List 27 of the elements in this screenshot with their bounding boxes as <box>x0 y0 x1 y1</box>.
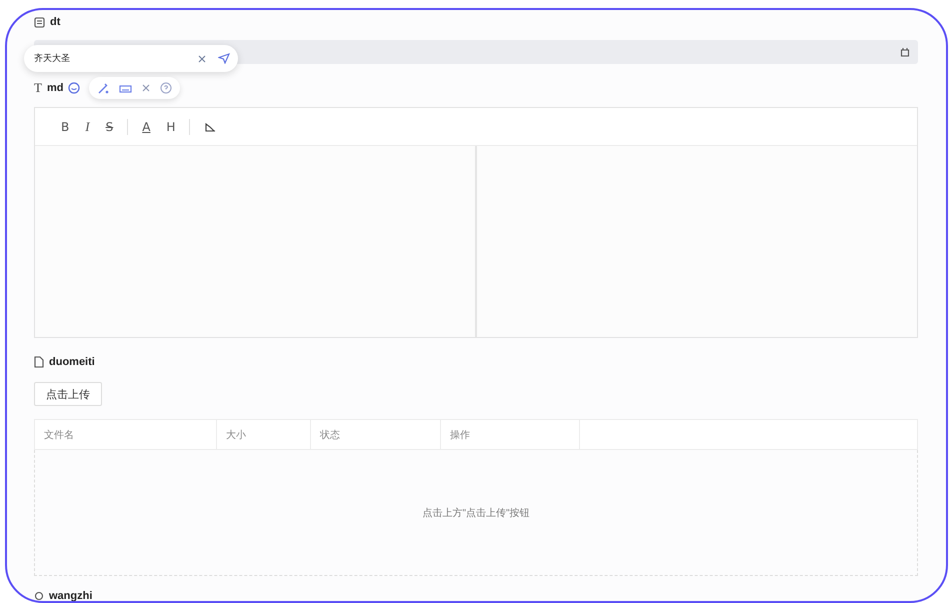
strikethrough-button[interactable]: S <box>100 116 120 138</box>
send-icon[interactable] <box>218 53 230 64</box>
empty-message: 点击上方"点击上传"按钮 <box>422 506 530 520</box>
close-icon[interactable] <box>198 54 206 62</box>
form-icon <box>34 16 45 28</box>
calendar-icon[interactable] <box>900 47 910 57</box>
upload-button[interactable]: 点击上传 <box>34 382 102 406</box>
smile-icon[interactable] <box>68 82 80 94</box>
field-label: dt <box>50 16 60 28</box>
bold-button[interactable]: B <box>55 116 76 138</box>
rectangle-icon[interactable] <box>119 84 132 92</box>
help-icon[interactable] <box>160 82 172 94</box>
field-label: wangzhi <box>49 590 92 601</box>
file-icon <box>34 356 44 368</box>
close-icon[interactable] <box>142 84 150 92</box>
popup-input[interactable]: 齐天大圣 <box>34 52 186 65</box>
column-header: 文件名 <box>35 420 217 449</box>
font-color-button[interactable]: A <box>136 116 156 138</box>
column-header: 大小 <box>217 420 311 449</box>
field-label: duomeiti <box>49 356 95 368</box>
column-header: 操作 <box>441 420 580 449</box>
column-header: 状态 <box>311 420 441 449</box>
italic-button[interactable]: I <box>79 116 96 138</box>
field-label: md <box>46 82 64 94</box>
wand-icon[interactable] <box>97 82 110 94</box>
heading-button[interactable]: H <box>160 116 182 138</box>
text-icon: T <box>34 80 42 96</box>
